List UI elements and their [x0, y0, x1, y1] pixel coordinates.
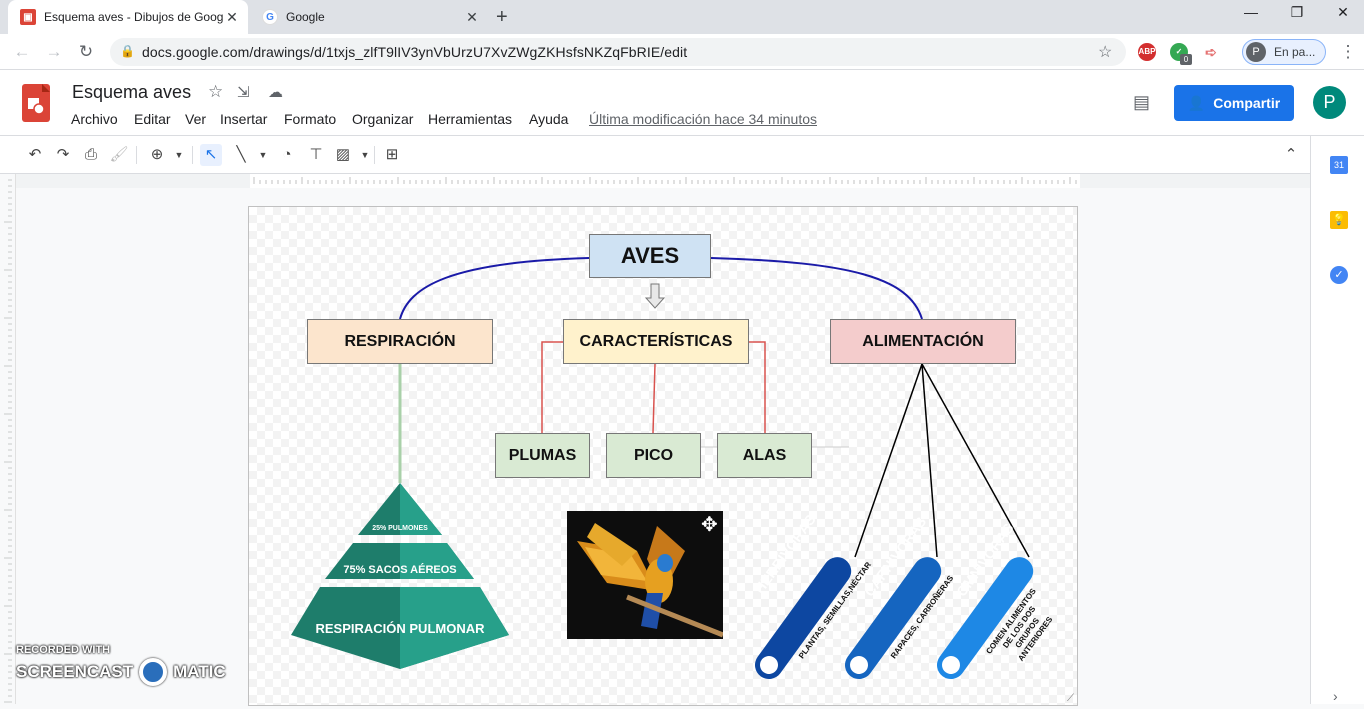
watermark-line1: RECORDED WITH [16, 644, 111, 656]
menu-ayuda[interactable]: Ayuda [529, 111, 568, 127]
last-modified-link[interactable]: Última modificación hace 34 minutos [589, 111, 817, 127]
node-alas[interactable]: ALAS [717, 433, 812, 478]
image-dropdown-icon[interactable]: ▼ [354, 144, 376, 166]
pyramid-level-top: 25% PULMONES [372, 525, 428, 532]
minimize-icon[interactable]: — [1228, 4, 1274, 26]
keep-icon[interactable]: 💡 [1330, 211, 1348, 229]
tab-esquema-aves[interactable]: ▣ Esquema aves - Dibujos de Goog ✕ [8, 0, 248, 34]
toolbar-divider [192, 146, 193, 164]
line-dropdown-icon[interactable]: ▼ [252, 144, 274, 166]
move-folder-icon[interactable]: ⇲ [237, 83, 250, 101]
bookmark-star-icon[interactable]: ☆ [1098, 42, 1112, 62]
textbox-icon[interactable]: ⊤ [305, 144, 327, 166]
redo-icon[interactable]: ↷ [52, 144, 74, 166]
move-cursor-icon: ✥ [701, 514, 718, 536]
new-tab-icon[interactable]: + [496, 6, 508, 29]
undo-icon[interactable]: ↶ [24, 144, 46, 166]
tab-title: Esquema aves - Dibujos de Goog [44, 10, 224, 24]
node-pico[interactable]: PICO [606, 433, 701, 478]
menu-editar[interactable]: Editar [134, 111, 171, 127]
browser-toolbar: ← → ↻ 🔒 docs.google.com/drawings/d/1txjs… [0, 34, 1364, 70]
tab-google[interactable]: G Google ✕ [250, 0, 488, 34]
drawings-icon: ▣ [20, 9, 36, 25]
watermark-screencast: SCREENCAST [16, 662, 134, 681]
document-title[interactable]: Esquema aves [72, 82, 191, 103]
node-plumas[interactable]: PLUMAS [495, 433, 590, 478]
node-alimentacion[interactable]: ALIMENTACIÓN [830, 319, 1016, 364]
zoom-dropdown-icon[interactable]: ▼ [168, 144, 190, 166]
zoom-icon[interactable]: ⊕ [146, 144, 168, 166]
drawing-canvas[interactable]: AVES RESPIRACIÓN CARACTERÍSTICAS ALIMENT… [248, 206, 1078, 706]
address-bar[interactable]: 🔒 docs.google.com/drawings/d/1txjs_zlfT9… [110, 38, 1126, 66]
browser-tab-strip: ▣ Esquema aves - Dibujos de Goog ✕ G Goo… [0, 0, 1364, 34]
vertical-ruler [0, 174, 16, 704]
menu-insertar[interactable]: Insertar [220, 111, 267, 127]
pyramid-level-middle: 75% SACOS AÉREOS [343, 564, 457, 576]
watermark-matic: MATIC [173, 662, 226, 681]
close-window-icon[interactable]: ✕ [1320, 4, 1364, 26]
profile-avatar: P [1246, 42, 1266, 62]
person-icon: 👤 [1187, 94, 1206, 111]
close-tab-icon[interactable]: ✕ [224, 9, 240, 26]
print-icon[interactable]: ⎙ [80, 144, 102, 166]
menu-archivo[interactable]: Archivo [71, 111, 118, 127]
tasks-icon[interactable]: ✓ [1330, 266, 1348, 284]
respiration-pyramid[interactable] [287, 483, 513, 669]
collapse-toolbar-icon[interactable]: ⌃ [1280, 144, 1302, 166]
extension-badge: 0 [1180, 54, 1192, 65]
menu-formato[interactable]: Formato [284, 111, 336, 127]
node-respiracion[interactable]: RESPIRACIÓN [307, 319, 493, 364]
screencast-logo-icon [139, 658, 168, 686]
toolbar-divider [374, 146, 375, 164]
line-icon[interactable]: ╲ [230, 144, 252, 166]
menu-herramientas[interactable]: Herramientas [428, 111, 512, 127]
google-drawings-logo[interactable] [22, 84, 50, 122]
forward-icon[interactable]: → [42, 40, 66, 64]
pyramid-level-bottom: RESPIRACIÓN PULMONAR [315, 621, 485, 636]
add-comment-icon[interactable]: ⊞ [381, 144, 403, 166]
reload-icon[interactable]: ↻ [74, 40, 98, 64]
paint-format-icon[interactable]: 🖌 [108, 144, 130, 166]
share-label: Compartir [1213, 95, 1281, 111]
toolbar-divider [136, 146, 137, 164]
restore-icon[interactable]: ❐ [1274, 4, 1320, 26]
horizontal-ruler [16, 174, 1310, 188]
menu-organizar[interactable]: Organizar [352, 111, 413, 127]
calendar-icon[interactable]: 31 [1330, 156, 1348, 174]
tab-title: Google [286, 10, 325, 24]
cloud-saved-icon: ☁ [268, 84, 283, 101]
profile-button[interactable]: P En pa... [1242, 39, 1326, 65]
select-icon[interactable]: ↖ [200, 144, 222, 166]
profile-label: En pa... [1274, 45, 1316, 59]
screencast-watermark: RECORDED WITH SCREENCAST MATIC [16, 644, 236, 690]
resize-handle-icon[interactable]: ⟋ [1067, 693, 1074, 704]
lock-icon: 🔒 [120, 44, 135, 58]
close-tab-icon[interactable]: ✕ [464, 9, 480, 26]
node-aves[interactable]: AVES [589, 234, 711, 278]
node-caracteristicas[interactable]: CARACTERÍSTICAS [563, 319, 749, 364]
editor-toolbar: ↶ ↷ ⎙ 🖌 ⊕ ▼ ↖ ╲ ▼ ◔ ⊤ ▨ ▼ ⊞ ⌃ [0, 136, 1310, 174]
share-button[interactable]: 👤 Compartir [1174, 85, 1294, 121]
cast-extension-icon[interactable]: ➪ [1202, 43, 1220, 61]
account-avatar[interactable]: P [1313, 86, 1346, 119]
url-text: docs.google.com/drawings/d/1txjs_zlfT9lI… [142, 44, 688, 60]
parrot-image[interactable] [567, 511, 723, 639]
docs-header: Esquema aves ☆ ⇲ ☁ Archivo Editar Ver In… [0, 70, 1364, 136]
browser-menu-icon[interactable]: ⋮ [1336, 40, 1360, 64]
image-icon[interactable]: ▨ [332, 144, 354, 166]
adblock-icon[interactable]: ABP [1138, 43, 1156, 61]
side-panel: 31 💡 ✓ › [1310, 136, 1364, 704]
expand-panel-icon[interactable]: › [1333, 688, 1338, 704]
google-icon: G [262, 9, 278, 25]
star-icon[interactable]: ☆ [208, 82, 223, 102]
shape-icon[interactable]: ◔ [276, 144, 298, 166]
comments-icon[interactable]: ▤ [1133, 92, 1150, 113]
menu-ver[interactable]: Ver [185, 111, 206, 127]
back-icon[interactable]: ← [10, 40, 34, 64]
